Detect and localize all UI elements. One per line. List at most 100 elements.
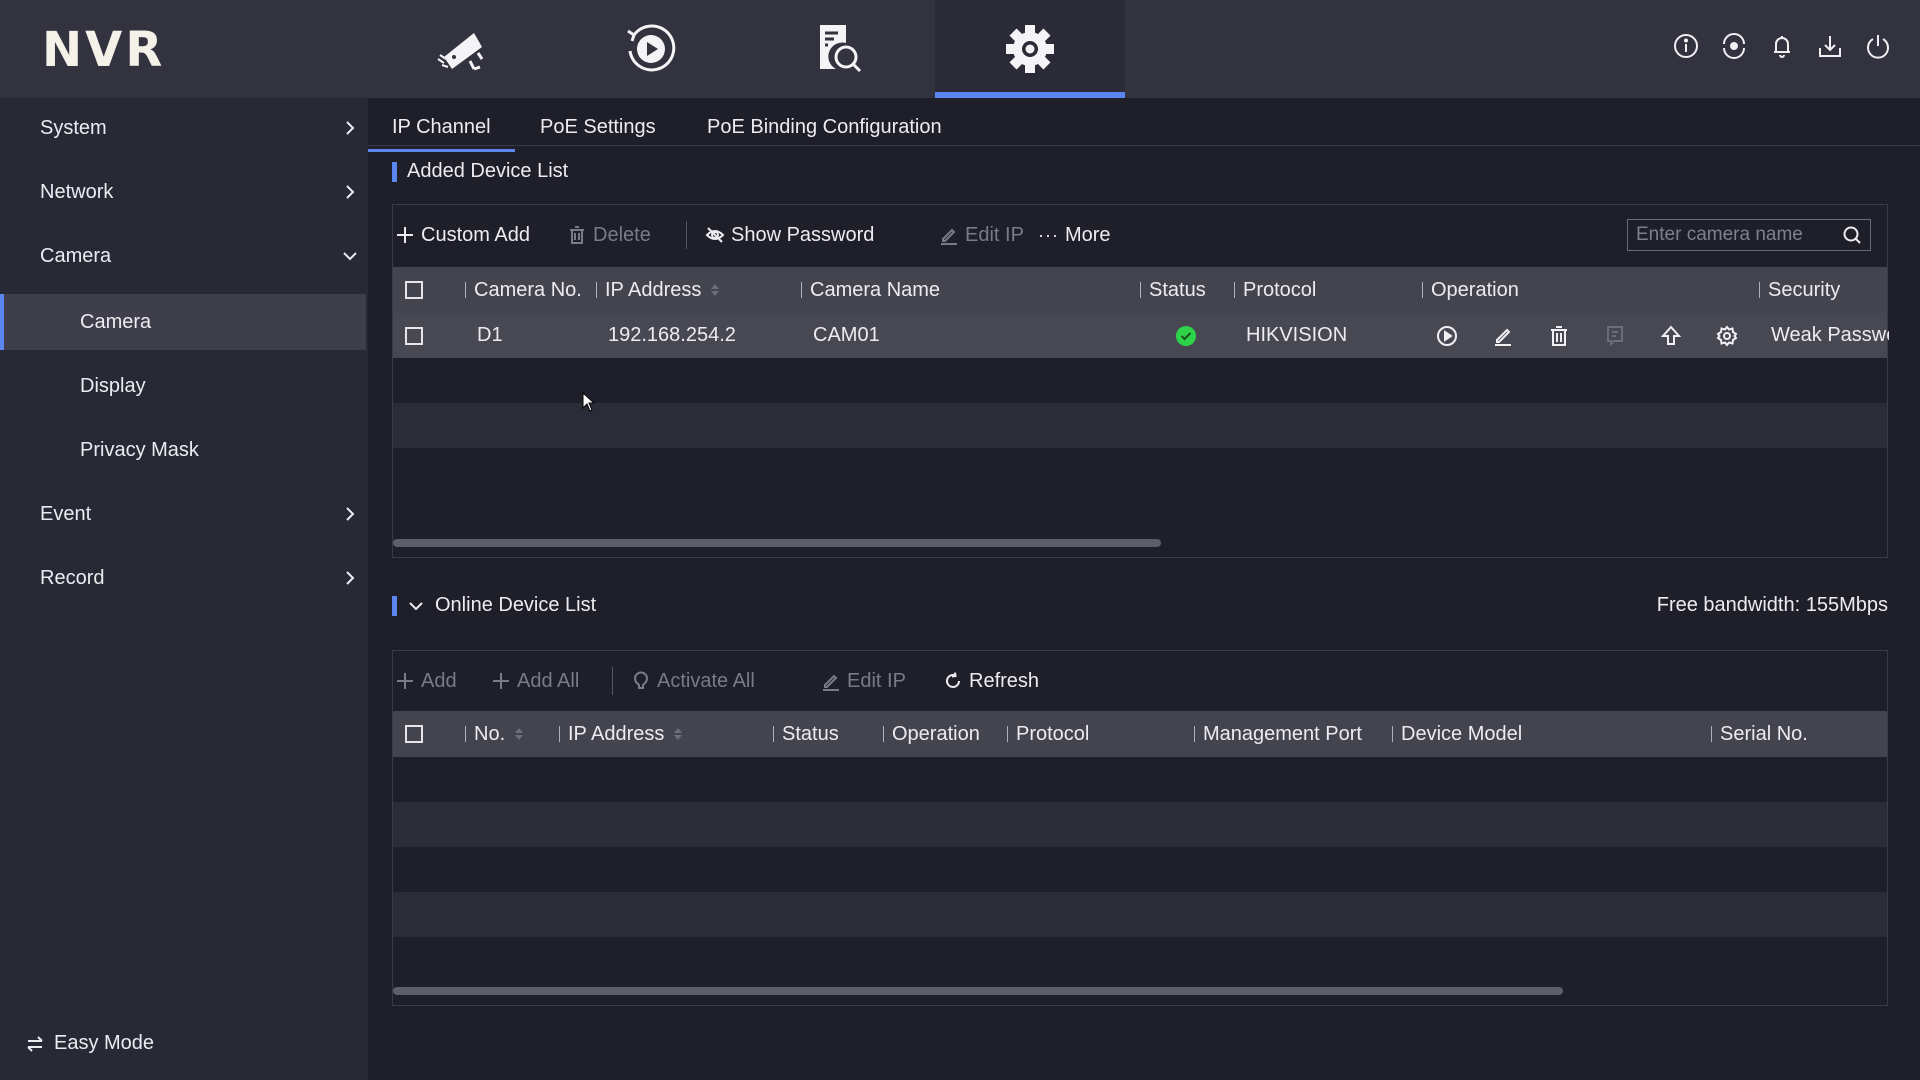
refresh-icon <box>946 672 960 688</box>
empty-row <box>393 403 1887 448</box>
search-icon[interactable] <box>1842 225 1862 245</box>
online-edit-ip-button[interactable]: Edit IP <box>821 670 906 693</box>
gear-icon <box>1006 25 1054 73</box>
record-status-button[interactable] <box>1720 30 1748 62</box>
mouse-cursor-icon <box>582 392 596 412</box>
edit-icon <box>941 228 957 245</box>
horizontal-scrollbar[interactable] <box>393 539 1161 547</box>
col-label: Device Model <box>1401 722 1523 745</box>
download-icon <box>1819 36 1841 57</box>
cell-camera-no: D1 <box>477 324 503 346</box>
playback-icon <box>627 24 676 72</box>
download-button[interactable] <box>1816 30 1844 62</box>
lightbulb-icon <box>634 671 648 689</box>
search-placeholder: Enter camera name <box>1636 224 1803 245</box>
sidebar-item-camera-group[interactable]: Camera <box>0 228 368 284</box>
sort-icon[interactable] <box>515 728 524 740</box>
col-operation: Operation <box>883 711 980 757</box>
message-button[interactable] <box>1602 323 1628 349</box>
edit-ip-button[interactable]: Edit IP <box>939 224 1024 247</box>
nav-live-view[interactable] <box>367 0 557 98</box>
sidebar-item-label: System <box>40 116 107 139</box>
more-button[interactable]: ··· More <box>1038 224 1111 247</box>
cell-status <box>1176 313 1196 358</box>
chevron-right-icon <box>346 121 355 135</box>
horizontal-scrollbar[interactable] <box>393 987 1563 995</box>
row-checkbox-cell <box>405 313 423 358</box>
empty-row <box>393 892 1887 937</box>
edit-ip-label: Edit IP <box>965 223 1024 246</box>
status-online-icon <box>1176 325 1196 346</box>
sidebar-item-display[interactable]: Display <box>0 358 368 414</box>
col-label: Operation <box>892 722 980 745</box>
select-all-checkbox[interactable] <box>405 281 423 299</box>
sidebar-item-privacy-mask[interactable]: Privacy Mask <box>0 422 368 478</box>
info-button[interactable] <box>1672 30 1700 62</box>
col-label: No. <box>474 722 506 745</box>
activate-all-label: Activate All <box>657 669 755 692</box>
power-icon <box>1867 35 1889 59</box>
sidebar-item-camera[interactable]: Camera <box>0 294 366 350</box>
camera-settings-button[interactable] <box>1714 323 1740 349</box>
upgrade-button[interactable] <box>1658 323 1684 349</box>
cell-protocol: HIKVISION <box>1246 324 1348 346</box>
add-all-button[interactable]: Add All <box>491 670 579 693</box>
power-button[interactable] <box>1864 30 1892 62</box>
toolbar-divider <box>612 667 613 695</box>
tab-ip-channel[interactable]: IP Channel <box>368 116 515 152</box>
sort-icon[interactable] <box>674 728 683 740</box>
play-button[interactable] <box>1434 323 1460 349</box>
nav-search[interactable] <box>743 0 933 98</box>
col-ip-address[interactable]: IP Address <box>559 711 683 757</box>
section-title-text: Online Device List <box>435 594 597 616</box>
sidebar-item-network[interactable]: Network <box>0 164 368 220</box>
nav-playback[interactable] <box>555 0 745 98</box>
row-checkbox[interactable] <box>405 326 423 345</box>
trash-icon <box>1551 326 1567 346</box>
select-all-checkbox[interactable] <box>405 725 423 743</box>
camera-name-search-input[interactable]: Enter camera name <box>1627 219 1871 251</box>
sidebar-item-record[interactable]: Record <box>0 550 368 606</box>
custom-add-label: Custom Add <box>421 223 530 246</box>
tab-poe-settings[interactable]: PoE Settings <box>540 116 656 151</box>
easy-mode-button[interactable]: Easy Mode <box>26 1032 154 1055</box>
trash-icon <box>570 226 584 244</box>
col-protocol: Protocol <box>1234 267 1316 313</box>
online-device-list-title[interactable]: Online Device List <box>392 594 596 617</box>
refresh-button[interactable]: Refresh <box>943 670 1039 693</box>
table-row[interactable]: D1 192.168.254.2 CAM01 HIKVISION Weak Pa… <box>393 313 1889 358</box>
sidebar-item-label: Record <box>40 566 105 589</box>
refresh-label: Refresh <box>969 669 1040 692</box>
added-device-list-title: Added Device List <box>392 160 568 183</box>
sort-icon[interactable] <box>711 284 720 296</box>
delete-button[interactable]: Delete <box>567 224 651 247</box>
chevron-right-icon <box>346 571 355 585</box>
sidebar-item-system[interactable]: System <box>0 100 368 156</box>
nav-configuration[interactable] <box>935 0 1125 98</box>
delete-row-button[interactable] <box>1546 323 1572 349</box>
more-dots-icon: ··· <box>1038 224 1059 245</box>
top-bar: NVR <box>0 0 1920 98</box>
col-label: IP Address <box>605 278 702 301</box>
file-search-icon <box>820 25 862 73</box>
section-marker <box>392 161 397 182</box>
edit-button[interactable] <box>1490 323 1516 349</box>
free-bandwidth-text: Free bandwidth: 155Mbps <box>1656 594 1888 616</box>
col-label: Camera No. <box>474 278 582 301</box>
show-password-button[interactable]: Show Password <box>705 224 874 247</box>
bell-icon <box>1774 36 1790 58</box>
col-no[interactable]: No. <box>465 711 524 757</box>
col-label: Operation <box>1431 278 1519 301</box>
col-operation: Operation <box>1422 267 1519 313</box>
add-button[interactable]: Add <box>395 670 457 693</box>
edit-ip-label: Edit IP <box>847 669 906 692</box>
tab-poe-binding-configuration[interactable]: PoE Binding Configuration <box>707 116 942 151</box>
col-label: Protocol <box>1243 278 1317 301</box>
custom-add-button[interactable]: Custom Add <box>395 224 530 247</box>
sidebar-item-event[interactable]: Event <box>0 486 368 542</box>
activate-all-button[interactable]: Activate All <box>631 670 755 693</box>
notifications-button[interactable] <box>1768 30 1796 62</box>
info-icon <box>1674 34 1698 58</box>
cell-ip-address: 192.168.254.2 <box>608 324 736 346</box>
col-ip-address[interactable]: IP Address <box>596 267 720 313</box>
